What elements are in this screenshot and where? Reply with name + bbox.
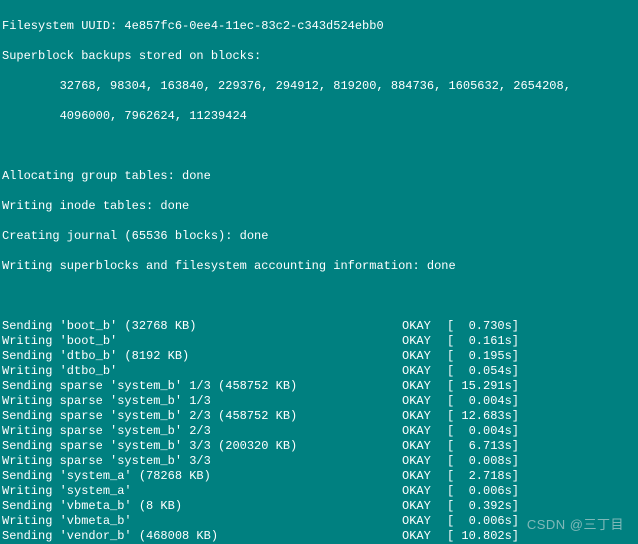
operation-label: Sending sparse 'system_b' 1/3 (458752 KB… [2,379,402,394]
text-line: 32768, 98304, 163840, 229376, 294912, 81… [2,79,636,94]
operation-status: OKAY [402,349,447,364]
text-line: Writing superblocks and filesystem accou… [2,259,636,274]
operation-label: Writing 'system_a' [2,484,402,499]
operation-row: Writing 'boot_b'OKAY [ 0.161s] [2,334,636,349]
text-line: Allocating group tables: done [2,169,636,184]
operation-time: [ 0.054s] [447,364,519,379]
operation-label: Writing sparse 'system_b' 2/3 [2,424,402,439]
operation-label: Sending 'vendor_b' (468008 KB) [2,529,402,544]
operation-time: [ 10.802s] [447,529,519,544]
operation-label: Writing sparse 'system_b' 1/3 [2,394,402,409]
operation-status: OKAY [402,529,447,544]
text-line: Superblock backups stored on blocks: [2,49,636,64]
operation-label: Sending 'vbmeta_b' (8 KB) [2,499,402,514]
operation-time: [ 0.004s] [447,394,519,409]
operation-row: Sending sparse 'system_b' 1/3 (458752 KB… [2,379,636,394]
operation-row: Sending 'system_a' (78268 KB)OKAY [ 2.71… [2,469,636,484]
operation-time: [ 0.006s] [447,514,519,529]
operation-row: Writing sparse 'system_b' 1/3OKAY [ 0.00… [2,394,636,409]
text-line: Creating journal (65536 blocks): done [2,229,636,244]
operation-row: Sending 'dtbo_b' (8192 KB)OKAY [ 0.195s] [2,349,636,364]
operation-label: Sending 'boot_b' (32768 KB) [2,319,402,334]
operation-time: [ 0.730s] [447,319,519,334]
operation-label: Writing sparse 'system_b' 3/3 [2,454,402,469]
operation-status: OKAY [402,334,447,349]
operation-row: Sending 'vbmeta_b' (8 KB)OKAY [ 0.392s] [2,499,636,514]
operation-status: OKAY [402,499,447,514]
operation-row: Sending 'boot_b' (32768 KB)OKAY [ 0.730s… [2,319,636,334]
operation-time: [ 15.291s] [447,379,519,394]
operation-time: [ 0.004s] [447,424,519,439]
operation-status: OKAY [402,484,447,499]
operation-time: [ 0.006s] [447,484,519,499]
operation-label: Sending 'dtbo_b' (8192 KB) [2,349,402,364]
terminal-output: Filesystem UUID: 4e857fc6-0ee4-11ec-83c2… [0,0,638,544]
operation-status: OKAY [402,454,447,469]
operation-label: Writing 'boot_b' [2,334,402,349]
blank-line [2,289,636,304]
operation-time: [ 0.195s] [447,349,519,364]
text-line: Filesystem UUID: 4e857fc6-0ee4-11ec-83c2… [2,19,636,34]
operation-status: OKAY [402,394,447,409]
operation-status: OKAY [402,469,447,484]
operation-time: [ 0.008s] [447,454,519,469]
operation-row: Sending sparse 'system_b' 3/3 (200320 KB… [2,439,636,454]
operation-row: Writing sparse 'system_b' 2/3OKAY [ 0.00… [2,424,636,439]
operation-status: OKAY [402,424,447,439]
operation-time: [ 2.718s] [447,469,519,484]
blank-line [2,139,636,154]
text-line: 4096000, 7962624, 11239424 [2,109,636,124]
operation-label: Writing 'dtbo_b' [2,364,402,379]
operation-status: OKAY [402,409,447,424]
operation-label: Sending sparse 'system_b' 2/3 (458752 KB… [2,409,402,424]
operation-time: [ 6.713s] [447,439,519,454]
operation-status: OKAY [402,439,447,454]
operation-list: Sending 'boot_b' (32768 KB)OKAY [ 0.730s… [2,319,636,544]
operation-row: Writing 'dtbo_b'OKAY [ 0.054s] [2,364,636,379]
operation-status: OKAY [402,364,447,379]
operation-status: OKAY [402,319,447,334]
operation-label: Writing 'vbmeta_b' [2,514,402,529]
operation-time: [ 0.392s] [447,499,519,514]
operation-label: Sending sparse 'system_b' 3/3 (200320 KB… [2,439,402,454]
operation-time: [ 0.161s] [447,334,519,349]
operation-status: OKAY [402,379,447,394]
watermark: CSDN @三丁目 [527,517,624,532]
operation-time: [ 12.683s] [447,409,519,424]
operation-status: OKAY [402,514,447,529]
operation-row: Writing 'system_a'OKAY [ 0.006s] [2,484,636,499]
operation-row: Sending sparse 'system_b' 2/3 (458752 KB… [2,409,636,424]
operation-label: Sending 'system_a' (78268 KB) [2,469,402,484]
text-line: Writing inode tables: done [2,199,636,214]
operation-row: Writing sparse 'system_b' 3/3OKAY [ 0.00… [2,454,636,469]
